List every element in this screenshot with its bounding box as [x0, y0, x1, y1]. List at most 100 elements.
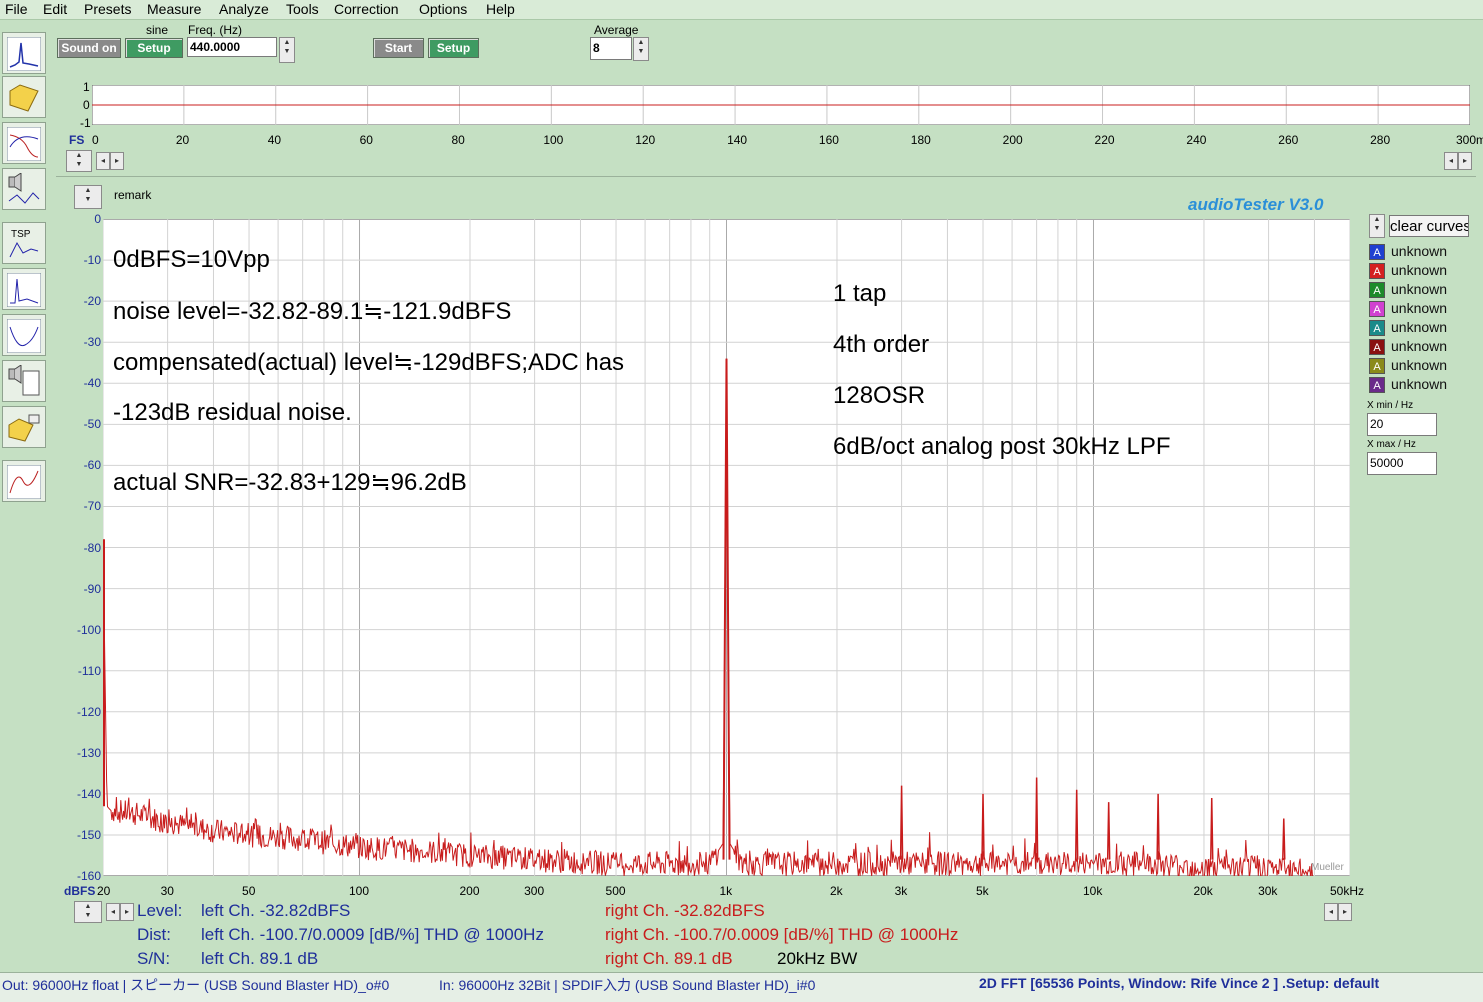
annotation-line-3: compensated(actual) level≒-129dBFS;ADC h…: [113, 349, 625, 376]
average-input[interactable]: 8: [590, 37, 632, 60]
scope-scroll-left[interactable]: ◂: [96, 152, 110, 170]
curve-color-swatch[interactable]: A: [1369, 244, 1385, 260]
legend-label: unknown: [1391, 262, 1448, 278]
menu-correction[interactable]: Correction: [334, 1, 399, 17]
dist-left-value: left Ch. -100.7/0.0009 [dB/%] THD @ 1000…: [201, 925, 544, 944]
x-tick: 10k: [1082, 884, 1103, 898]
curve-color-swatch[interactable]: A: [1369, 301, 1385, 317]
clear-curves-button[interactable]: clear curves: [1389, 215, 1469, 237]
freq-label: Freq. (Hz): [188, 23, 242, 37]
status-bar: Out: 96000Hz float | スピーカー (USB Sound Bl…: [0, 972, 1483, 1002]
menu-options[interactable]: Options: [419, 1, 467, 17]
y-tick: -80: [83, 540, 101, 555]
legend-label: unknown: [1391, 376, 1448, 392]
y-tick: -100: [76, 622, 101, 637]
legend-label: unknown: [1391, 300, 1448, 316]
xmax-label: X max / Hz: [1367, 439, 1416, 450]
scope-xtick: 80: [451, 133, 465, 147]
frequency-spinner[interactable]: ▲ ▼: [279, 37, 295, 63]
y-tick: -150: [76, 827, 101, 842]
frequency-response-button[interactable]: [2, 122, 46, 164]
menu-presets[interactable]: Presets: [84, 1, 131, 17]
annotation-right-4: 6dB/oct analog post 30kHz LPF: [833, 433, 1171, 460]
annotation-right-2: 4th order: [833, 331, 930, 358]
y-tick: -120: [76, 704, 101, 719]
speaker-measure-button[interactable]: [2, 168, 46, 210]
curve-color-swatch[interactable]: A: [1369, 339, 1385, 355]
menu-analyze[interactable]: Analyze: [219, 1, 269, 17]
menu-file[interactable]: File: [5, 1, 28, 17]
start-button[interactable]: Start: [373, 38, 424, 58]
waterfall-button[interactable]: [2, 268, 46, 310]
y-tick: -70: [83, 499, 101, 514]
scope-zoom-spinner[interactable]: ▲ ▼: [66, 150, 92, 172]
measure-setup-button[interactable]: Setup: [428, 38, 479, 58]
bandwidth-label: 20kHz BW: [777, 949, 858, 968]
scope-xtick: 300m: [1456, 133, 1483, 147]
x-tick: 20k: [1193, 884, 1213, 898]
scope-xtick: 120: [635, 133, 656, 147]
menu-measure[interactable]: Measure: [147, 1, 201, 17]
scope-ytick-1: 1: [83, 80, 90, 94]
impedance-icon: [7, 319, 41, 353]
signal-setup-button[interactable]: Setup: [125, 38, 183, 58]
frequency-input[interactable]: 440.0000: [187, 37, 277, 57]
scope-xtick: 60: [359, 133, 373, 147]
curve-color-swatch[interactable]: A: [1369, 377, 1385, 393]
scope-plot: [92, 85, 1470, 125]
menu-help[interactable]: Help: [486, 1, 515, 17]
level-right-value: right Ch. -32.82dBFS: [605, 901, 765, 920]
xmin-input[interactable]: 20: [1367, 413, 1437, 436]
plot-scroll-left[interactable]: ◂: [106, 903, 120, 921]
y-zoom-spinner[interactable]: ▲ ▼: [74, 901, 102, 923]
filter-button[interactable]: [2, 460, 46, 502]
folder-icon: [9, 84, 39, 112]
file-open-button[interactable]: [2, 76, 46, 118]
sound-on-button[interactable]: Sound on: [57, 38, 121, 58]
speaker-thd-icon: [8, 365, 40, 396]
curve-color-swatch[interactable]: A: [1369, 358, 1385, 374]
x-tick: 200: [459, 884, 480, 898]
xmin-label: X min / Hz: [1367, 400, 1414, 411]
remark-spinner[interactable]: ▲ ▼: [74, 185, 102, 209]
fs-label: FS: [69, 133, 85, 147]
sn-left-value: left Ch. 89.1 dB: [201, 949, 319, 968]
average-spinner[interactable]: ▲ ▼: [633, 37, 649, 61]
signal-type-label: sine: [146, 23, 169, 37]
tsp-button[interactable]: TSP: [2, 222, 46, 264]
status-output: Out: 96000Hz float | スピーカー (USB Sound Bl…: [2, 977, 390, 993]
curve-color-swatch[interactable]: A: [1369, 282, 1385, 298]
scope-xtick: 220: [1094, 133, 1115, 147]
xmax-input[interactable]: 50000: [1367, 452, 1437, 475]
impedance-button[interactable]: [2, 314, 46, 356]
tsp-icon: TSP: [9, 229, 39, 258]
y-tick: -110: [77, 663, 101, 678]
x-tick: 2k: [829, 884, 843, 898]
menu-tools[interactable]: Tools: [286, 1, 319, 17]
scope-xtick: 280: [1370, 133, 1391, 147]
annotation-line-4: -123dB residual noise.: [113, 399, 352, 426]
plot-scroll-left-end[interactable]: ◂: [1324, 903, 1338, 921]
y-tick: 0: [94, 212, 101, 226]
legend-label: unknown: [1391, 281, 1448, 297]
scope-scroll-left-end[interactable]: ◂: [1444, 152, 1458, 170]
curve-color-swatch[interactable]: A: [1369, 320, 1385, 336]
fft-mode-button[interactable]: [2, 32, 46, 74]
panel-divider: [56, 176, 1476, 177]
y-tick: -140: [76, 786, 101, 801]
curve-color-swatch[interactable]: A: [1369, 263, 1385, 279]
menu-bar: File Edit Presets Measure Analyze Tools …: [0, 0, 1483, 20]
scope-scroll-right-end[interactable]: ▸: [1458, 152, 1472, 170]
scope-xtick: 160: [818, 133, 839, 147]
plot-scroll-right[interactable]: ▸: [120, 903, 134, 921]
y-tick: -160: [76, 869, 101, 883]
plot-scroll-right-end[interactable]: ▸: [1338, 903, 1352, 921]
scope-scroll-right[interactable]: ▸: [110, 152, 124, 170]
spectrum-icon: [7, 37, 41, 71]
legend-spinner[interactable]: ▲ ▼: [1369, 214, 1385, 238]
app-title: audioTester V3.0: [1188, 195, 1324, 214]
annotation-right-3: 128OSR: [833, 382, 926, 409]
menu-edit[interactable]: Edit: [43, 1, 67, 17]
preset-load-button[interactable]: [2, 406, 46, 448]
thd-button[interactable]: [2, 360, 46, 402]
